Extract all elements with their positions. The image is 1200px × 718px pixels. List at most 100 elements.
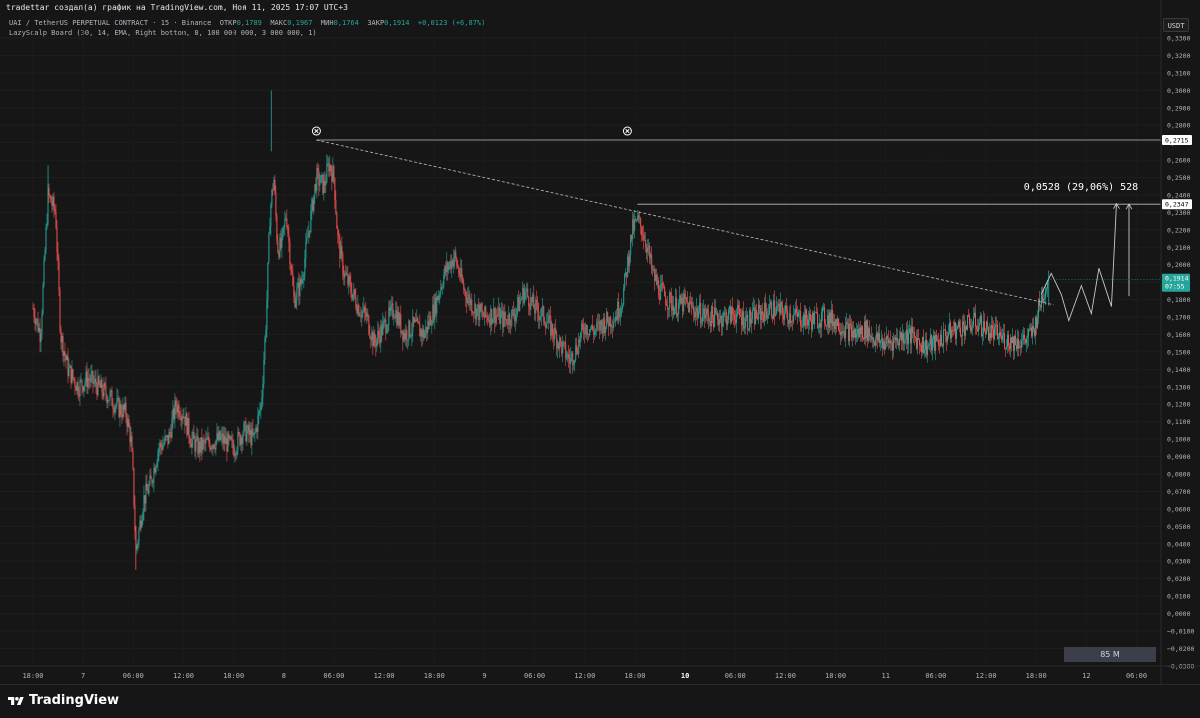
price-tick-label: 0,3300 [1167, 35, 1191, 43]
candle-body [180, 417, 182, 421]
candle-body [514, 316, 516, 321]
candle-body [666, 305, 668, 306]
candle-body [426, 326, 428, 333]
candle-body [555, 327, 557, 334]
candle-body [176, 406, 178, 413]
candle-body [241, 437, 243, 444]
candle-body [1004, 333, 1006, 348]
delete-marker-icon[interactable] [311, 126, 321, 136]
price-axis[interactable]: 0,3300 0,3200 0,3100 0,3000 0,2900 0,2800 0,27… [1160, 0, 1194, 684]
candle-body [299, 278, 301, 297]
candle-body [820, 323, 822, 328]
candle-body [54, 208, 56, 213]
candle-body [521, 298, 523, 300]
candle-body [644, 240, 646, 241]
candle-body [351, 292, 353, 300]
candle-body [358, 305, 360, 317]
candle-body [603, 318, 605, 334]
candle-body [943, 329, 945, 347]
candle-body [543, 306, 545, 322]
candle-body [824, 307, 826, 324]
candle-body [412, 316, 414, 333]
projection-path[interactable] [1040, 203, 1117, 322]
candle-body [455, 251, 457, 259]
candle-body [339, 238, 341, 259]
candle-body [142, 511, 144, 521]
candle-body [409, 320, 411, 337]
delete-marker-icon[interactable] [622, 126, 632, 136]
candle-body [890, 340, 892, 344]
candle-body [354, 289, 356, 297]
candle-body [738, 304, 740, 309]
candle-body [240, 437, 242, 445]
candle-body [139, 520, 141, 530]
candle-body [851, 325, 853, 338]
candle-body [329, 165, 331, 172]
candle-body [103, 383, 105, 397]
candle-body [675, 297, 677, 309]
price-tick-label: 0,0600 [1167, 505, 1191, 513]
candle-body [318, 170, 320, 186]
candle-body [740, 314, 742, 317]
candle-body [172, 408, 174, 419]
candle-body [369, 333, 371, 338]
candle-body [755, 309, 757, 325]
candle-body [626, 272, 628, 277]
candle-body [1009, 345, 1011, 350]
candle-body [698, 312, 700, 318]
candle-body [462, 280, 464, 284]
tradingview-logo[interactable]: TradingView [8, 693, 119, 708]
candle-body [1022, 334, 1024, 340]
candle-body [264, 338, 266, 361]
currency-button[interactable]: USDT [1163, 18, 1189, 32]
candle-body [206, 438, 208, 440]
candle-body [932, 339, 934, 351]
candle-body [222, 433, 224, 444]
candle-body [485, 306, 487, 316]
candle-body [566, 357, 568, 359]
candle-body [314, 184, 316, 196]
candle-body [345, 272, 347, 275]
candle-body [366, 313, 368, 317]
time-tick-label: 06:00 [323, 672, 344, 680]
candle-body [910, 328, 912, 344]
candle-body [44, 250, 46, 260]
candle-body [458, 267, 460, 275]
candle-body [62, 335, 64, 356]
candle-body [588, 333, 590, 336]
candle-body [386, 330, 388, 333]
candle-body [303, 274, 305, 280]
candle-body [286, 218, 288, 228]
candle-body [665, 296, 667, 306]
candle-body [443, 275, 445, 287]
candle-body [117, 398, 119, 399]
candle-body [59, 290, 61, 330]
candle-body [433, 304, 435, 320]
candle-body [625, 272, 627, 274]
candle-body [974, 312, 976, 317]
candle-body [945, 329, 947, 337]
candle-body [447, 262, 449, 271]
price-chart[interactable]: 0,0528 (29,06%) 528 0,33000,32000,31000,… [0, 0, 1200, 684]
candle-body [612, 326, 614, 328]
time-tick-label: 06:00 [925, 672, 946, 680]
candle-body [306, 237, 308, 242]
candle-body [554, 327, 556, 340]
candle-body [131, 436, 133, 452]
candle-body [445, 266, 447, 273]
candle-body [923, 337, 925, 354]
candle-body [966, 326, 968, 330]
candle-body [342, 254, 344, 275]
candle-body [440, 287, 442, 294]
candle-body [678, 302, 680, 314]
candle-body [1012, 336, 1014, 344]
candle-body [839, 330, 841, 332]
candle-body [91, 371, 93, 375]
candle-body [664, 287, 666, 297]
candle-body [60, 329, 62, 343]
candle-body [262, 383, 264, 398]
candle-body [819, 323, 821, 328]
candle-body [540, 316, 542, 318]
candle-body [471, 299, 473, 313]
time-axis[interactable]: 18:00 7 06:00 12:00 18:00 8 06:00 12:00 18:00 9 06… [0, 665, 1200, 680]
